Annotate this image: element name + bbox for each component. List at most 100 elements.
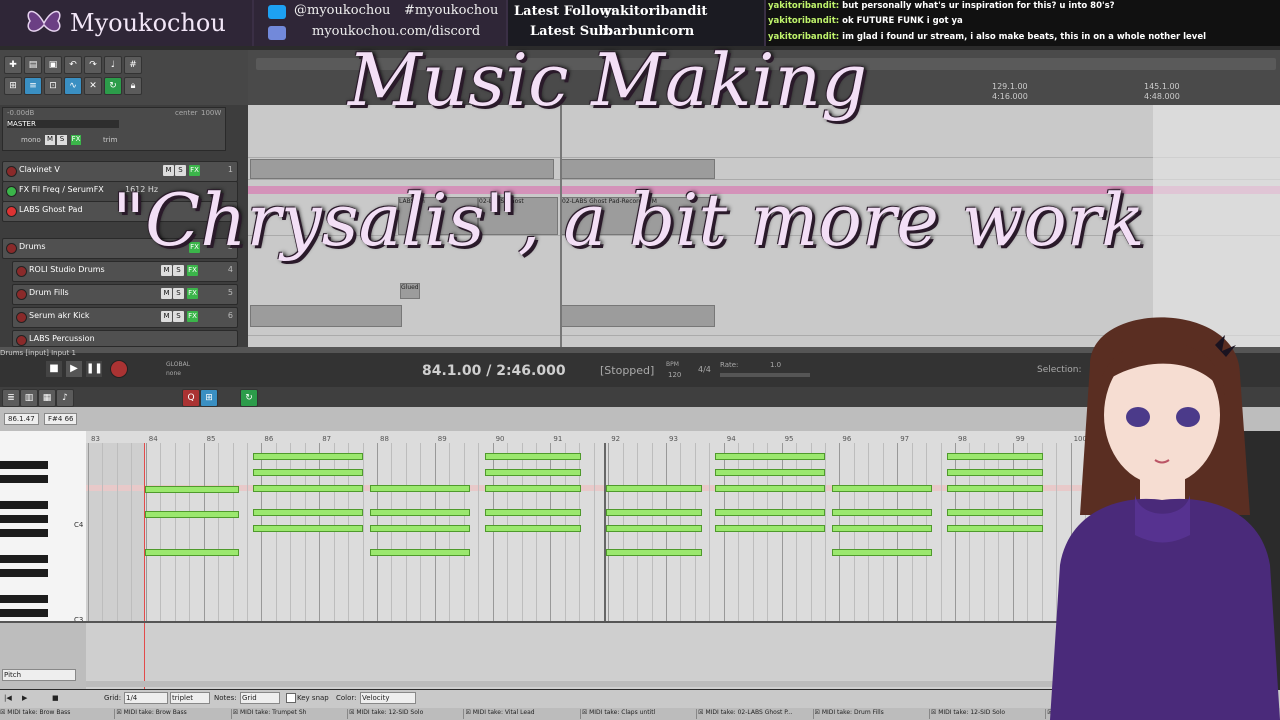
midi-note[interactable] <box>715 525 825 532</box>
envelope-icon[interactable]: ∿ <box>64 77 82 95</box>
master-track[interactable]: -0.00dB center 100W MASTER mono M S FX t… <box>2 107 226 151</box>
track-row[interactable]: Drum Fills M S FX 5 <box>12 284 238 305</box>
stop-icon[interactable]: ■ <box>46 361 62 377</box>
fx-button[interactable]: FX <box>187 288 198 299</box>
midi-note[interactable] <box>253 453 363 460</box>
midi-take-tab[interactable]: ☒ MIDI take: Vital Lead <box>465 709 581 719</box>
piano-keyboard[interactable]: C4 C3 <box>0 431 87 621</box>
black-key[interactable] <box>0 475 48 483</box>
media-item[interactable] <box>561 159 715 179</box>
record-icon[interactable] <box>110 360 128 378</box>
midi-note[interactable] <box>253 469 363 476</box>
midi-note[interactable] <box>606 509 702 516</box>
black-key[interactable] <box>0 461 48 469</box>
midi-take-tab[interactable]: ☒ MIDI take: 02-LABS Ghost P... <box>698 709 814 719</box>
rate-slider[interactable] <box>720 373 810 377</box>
midi-note[interactable] <box>606 485 702 492</box>
media-item[interactable] <box>250 305 402 327</box>
midi-note[interactable] <box>715 453 825 460</box>
midi-take-tab[interactable]: ☒ MIDI take: 12-SID Solo <box>931 709 1047 719</box>
midi-note[interactable] <box>370 485 470 492</box>
midi-note[interactable] <box>253 485 363 492</box>
notes-select[interactable]: Grid <box>240 692 280 704</box>
track-row[interactable]: Serum akr Kick M S FX 6 <box>12 307 238 328</box>
black-key[interactable] <box>0 501 48 509</box>
ripple-icon[interactable]: ≡ <box>24 77 42 95</box>
cc-lane-select[interactable]: Pitch <box>2 669 76 681</box>
open-icon[interactable]: ▤ <box>24 56 42 74</box>
master-solo-button[interactable]: S <box>57 135 67 145</box>
record-arm-icon[interactable] <box>6 206 17 217</box>
redo-icon[interactable]: ↷ <box>84 56 102 74</box>
midi-note[interactable] <box>253 525 363 532</box>
cc-lane[interactable] <box>86 621 1106 689</box>
midi-note[interactable] <box>485 509 581 516</box>
midi-note[interactable] <box>715 509 825 516</box>
media-item[interactable] <box>561 305 715 327</box>
midi-note[interactable] <box>370 525 470 532</box>
master-fx-button[interactable]: FX <box>71 135 81 145</box>
grid-type-select[interactable]: triplet <box>170 692 210 704</box>
note-info[interactable]: F#4 66 <box>44 413 78 425</box>
black-key[interactable] <box>0 609 48 617</box>
record-arm-icon[interactable] <box>6 166 17 177</box>
fx-button[interactable]: FX <box>187 311 198 322</box>
midi-note[interactable] <box>832 509 932 516</box>
midi-note[interactable] <box>485 453 581 460</box>
midi-take-tab[interactable]: ☒ MIDI take: Drum Fills <box>815 709 930 719</box>
named-notes-icon[interactable]: ▦ <box>38 389 56 407</box>
track-row[interactable]: LABS Percussion <box>12 330 238 347</box>
solo-button[interactable]: S <box>173 311 184 322</box>
midi-take-tab[interactable]: ☒ MIDI take: Trumpet Sh <box>233 709 349 719</box>
bpm-value[interactable]: 120 <box>668 371 681 379</box>
fx-button[interactable]: FX <box>189 165 200 176</box>
automation-mode[interactable]: none <box>166 370 181 377</box>
black-key[interactable] <box>0 515 48 523</box>
solo-button[interactable]: S <box>175 165 186 176</box>
solo-button[interactable]: S <box>173 288 184 299</box>
envelope-icon[interactable] <box>6 186 17 197</box>
mono-button[interactable]: mono <box>21 136 41 144</box>
solo-button[interactable]: S <box>173 265 184 276</box>
new-project-icon[interactable]: ✚ <box>4 56 22 74</box>
black-key[interactable] <box>0 529 48 537</box>
master-mute-button[interactable]: M <box>45 135 55 145</box>
track-row[interactable]: ROLI Studio Drums M S FX 4 <box>12 261 238 282</box>
mute-button[interactable]: M <box>161 265 172 276</box>
play-icon[interactable]: ▶ <box>66 361 82 377</box>
media-item[interactable] <box>250 159 554 179</box>
midi-note[interactable] <box>947 509 1043 516</box>
grid-icon[interactable]: # <box>124 56 142 74</box>
black-key[interactable] <box>0 595 48 603</box>
stop-icon[interactable]: ■ <box>52 694 59 702</box>
list-view-icon[interactable]: ≣ <box>2 389 20 407</box>
fx-button[interactable]: FX <box>187 265 198 276</box>
midi-note[interactable] <box>715 469 825 476</box>
metronome-icon[interactable]: ♩ <box>104 56 122 74</box>
snap-grid-icon[interactable]: ⊞ <box>200 389 218 407</box>
piano-roll[interactable]: 83 84 85 86 87 88 89 90 91 92 93 94 95 96 97 98 99 100 <box>86 431 1106 621</box>
midi-note[interactable] <box>145 511 239 518</box>
midi-note[interactable] <box>947 485 1043 492</box>
time-signature[interactable]: 4/4 <box>698 365 711 374</box>
undo-icon[interactable]: ↶ <box>64 56 82 74</box>
midi-note[interactable] <box>485 525 581 532</box>
midi-note[interactable] <box>832 549 932 556</box>
midi-note[interactable] <box>606 525 702 532</box>
midi-note[interactable] <box>606 549 702 556</box>
record-arm-icon[interactable] <box>16 312 27 323</box>
black-key[interactable] <box>0 569 48 577</box>
color-select[interactable]: Velocity <box>360 692 416 704</box>
midi-scrollbar[interactable] <box>86 681 1106 687</box>
midi-note[interactable] <box>947 469 1043 476</box>
midi-note[interactable] <box>370 509 470 516</box>
loop-icon[interactable]: ↻ <box>240 389 258 407</box>
record-arm-icon[interactable] <box>16 266 27 277</box>
midi-note[interactable] <box>947 525 1043 532</box>
pause-icon[interactable]: ❚❚ <box>86 361 103 377</box>
midi-note[interactable] <box>485 485 581 492</box>
rewind-icon[interactable]: |◀ <box>4 694 12 702</box>
record-arm-icon[interactable] <box>16 335 27 346</box>
padlock-icon[interactable]: 🔒︎ <box>124 77 142 95</box>
loop-icon[interactable]: ↻ <box>104 77 122 95</box>
